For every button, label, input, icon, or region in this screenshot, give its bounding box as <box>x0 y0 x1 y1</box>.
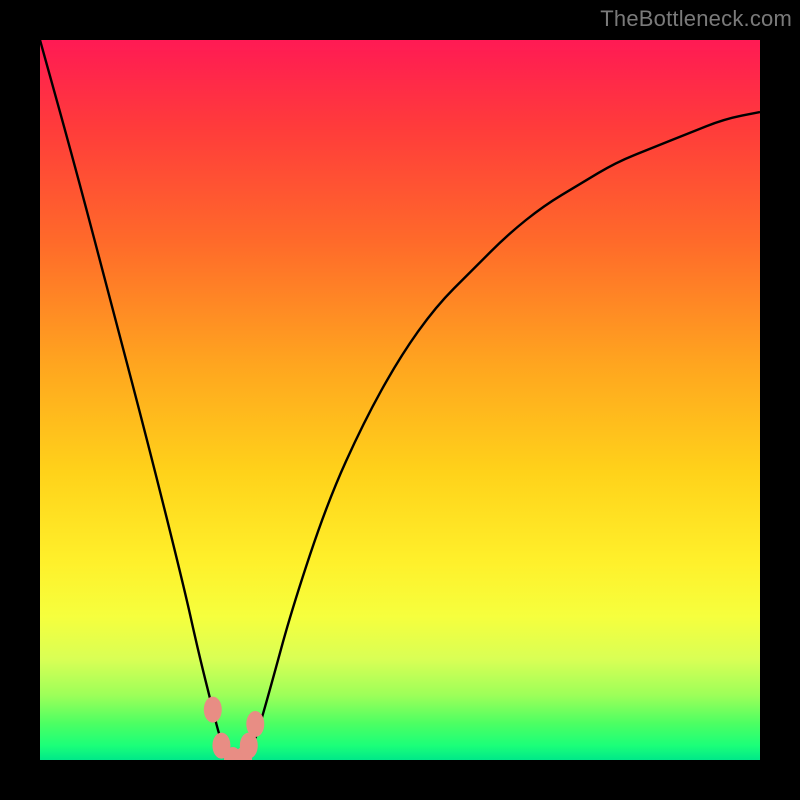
chart-frame: TheBottleneck.com <box>0 0 800 800</box>
curve-path <box>40 40 760 760</box>
curve-markers <box>204 697 264 760</box>
plot-area <box>40 40 760 760</box>
curve-marker <box>204 697 222 723</box>
curve-marker <box>246 711 264 737</box>
watermark-label: TheBottleneck.com <box>600 6 792 32</box>
bottleneck-curve <box>40 40 760 760</box>
